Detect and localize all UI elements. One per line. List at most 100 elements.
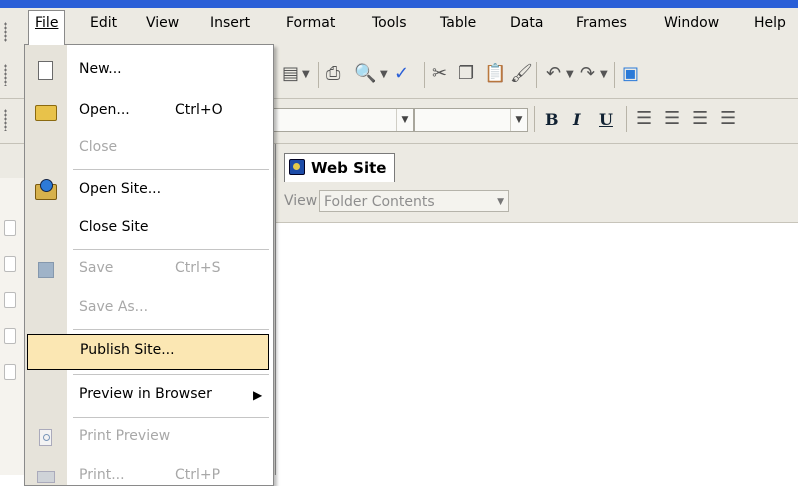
toolbar-separator <box>534 106 535 132</box>
menu-item-open-site[interactable]: Open Site... <box>25 173 273 209</box>
underline-button[interactable]: U <box>599 110 613 129</box>
redo-icon[interactable]: ↷ <box>580 64 595 84</box>
toolbar-grip[interactable] <box>4 109 7 131</box>
menu-tools-label: Tools <box>372 15 407 31</box>
menu-item-label: Save As... <box>79 299 149 315</box>
spelling-icon[interactable]: ✓ <box>394 64 409 84</box>
view-label: View <box>284 193 318 209</box>
toolbar-separator <box>424 62 425 88</box>
toolbar-separator <box>614 62 615 88</box>
menu-separator <box>73 169 269 170</box>
align-right-icon[interactable]: ☰ <box>692 109 708 129</box>
menu-insert[interactable]: Insert <box>204 11 256 35</box>
new-page-icon <box>38 61 53 80</box>
window-title-bar <box>0 0 798 8</box>
menu-item-publish-site[interactable]: Publish Site... <box>27 334 269 370</box>
menu-item-label: Close <box>79 139 118 155</box>
menu-frames[interactable]: Frames <box>570 11 633 35</box>
menu-insert-label: Insert <box>210 15 251 31</box>
italic-button[interactable]: I <box>573 110 580 129</box>
font-combo[interactable]: ▼ <box>272 108 414 132</box>
menu-item-close-site[interactable]: Close Site <box>25 211 273 247</box>
menu-format-label: Format <box>286 15 336 31</box>
tree-item-icon[interactable] <box>4 256 16 272</box>
menu-tools[interactable]: Tools <box>366 11 413 35</box>
tree-item-icon[interactable] <box>4 328 16 344</box>
align-center-icon[interactable]: ☰ <box>664 109 680 129</box>
menu-item-new[interactable]: New... <box>25 53 273 89</box>
undo-icon[interactable]: ↶ <box>546 64 561 84</box>
view-select-value: Folder Contents <box>324 194 435 210</box>
menu-item-save[interactable]: Save Ctrl+S <box>25 252 273 288</box>
toolbar-grip[interactable] <box>4 64 7 86</box>
task-pane-icon[interactable]: ▤ <box>282 64 299 84</box>
dropdown-arrow-icon[interactable]: ▼ <box>380 65 388 85</box>
justify-icon[interactable]: ☰ <box>720 109 736 129</box>
menu-separator <box>73 249 269 250</box>
tree-item-icon[interactable] <box>4 364 16 380</box>
menu-help-label: Help <box>754 15 786 31</box>
menu-table[interactable]: Table <box>434 11 482 35</box>
menu-item-open[interactable]: Open... Ctrl+O <box>25 94 273 130</box>
web-component-icon[interactable]: ▣ <box>622 64 639 84</box>
file-menu-dropdown: New... Open... Ctrl+O Close Open Site...… <box>24 44 274 486</box>
menu-item-print[interactable]: Print... Ctrl+P <box>25 459 273 485</box>
tree-item-icon[interactable] <box>4 220 16 236</box>
preview-icon[interactable]: 🔍 <box>354 64 376 84</box>
chevron-down-icon[interactable]: ▼ <box>497 191 504 213</box>
print-icon[interactable]: ⎙ <box>326 64 340 84</box>
menu-item-label: Print... <box>79 467 125 483</box>
view-select[interactable]: Folder Contents ▼ <box>319 190 509 212</box>
menu-file[interactable]: File <box>28 10 66 45</box>
menu-item-label: Print Preview <box>79 428 171 444</box>
menu-item-label: Preview in Browser <box>79 386 212 402</box>
dropdown-arrow-icon[interactable]: ▼ <box>566 65 574 85</box>
chevron-down-icon[interactable]: ▼ <box>510 109 527 131</box>
dropdown-arrow-icon[interactable]: ▼ <box>600 65 608 85</box>
menu-view[interactable]: View <box>140 11 185 35</box>
paste-icon[interactable]: 📋 <box>484 64 506 84</box>
menu-item-close[interactable]: Close <box>25 131 273 167</box>
menu-item-label: Open Site... <box>79 181 162 197</box>
menu-item-label: New... <box>79 61 122 77</box>
dropdown-arrow-icon[interactable]: ▼ <box>302 65 310 85</box>
toolbar-separator <box>626 106 627 132</box>
menu-edit-label: Edit <box>90 15 118 31</box>
menu-separator <box>73 417 269 418</box>
menu-item-preview-in-browser[interactable]: Preview in Browser ▶ <box>25 378 273 414</box>
menu-separator <box>73 329 269 330</box>
font-size-combo[interactable]: ▼ <box>414 108 528 132</box>
toolbar-separator <box>536 62 537 88</box>
menu-item-shortcut: Ctrl+O <box>175 102 223 118</box>
menubar-grip[interactable] <box>4 22 7 42</box>
printer-icon <box>37 471 55 483</box>
menu-data[interactable]: Data <box>504 11 549 35</box>
menu-window-label: Window <box>664 15 720 31</box>
submenu-arrow-icon: ▶ <box>253 388 263 402</box>
menu-item-label: Open... <box>79 102 130 118</box>
menu-item-save-as[interactable]: Save As... <box>25 291 273 327</box>
menu-item-print-preview[interactable]: Print Preview <box>25 420 273 456</box>
cut-icon[interactable]: ✂ <box>432 64 447 84</box>
menu-table-label: Table <box>440 15 477 31</box>
menu-format[interactable]: Format <box>280 11 341 35</box>
menu-edit[interactable]: Edit <box>84 11 123 35</box>
menu-item-label: Close Site <box>79 219 149 235</box>
format-painter-icon[interactable]: 🖌 <box>510 64 533 84</box>
tab-web-site[interactable]: Web Site <box>284 153 396 182</box>
print-preview-icon <box>39 429 52 446</box>
menu-item-shortcut: Ctrl+S <box>175 260 221 276</box>
chevron-down-icon[interactable]: ▼ <box>396 109 413 131</box>
open-site-icon <box>35 179 57 200</box>
menu-help[interactable]: Help <box>748 11 792 35</box>
menu-window[interactable]: Window <box>658 11 725 35</box>
open-folder-icon <box>35 105 57 121</box>
toolbar-separator <box>318 62 319 88</box>
copy-icon[interactable]: ❐ <box>458 64 474 84</box>
tree-item-icon[interactable] <box>4 292 16 308</box>
align-left-icon[interactable]: ☰ <box>636 109 652 129</box>
menu-frames-label: Frames <box>576 15 627 31</box>
bold-button[interactable]: B <box>545 110 559 129</box>
save-disk-icon <box>38 262 54 278</box>
menu-view-label: View <box>146 15 180 31</box>
